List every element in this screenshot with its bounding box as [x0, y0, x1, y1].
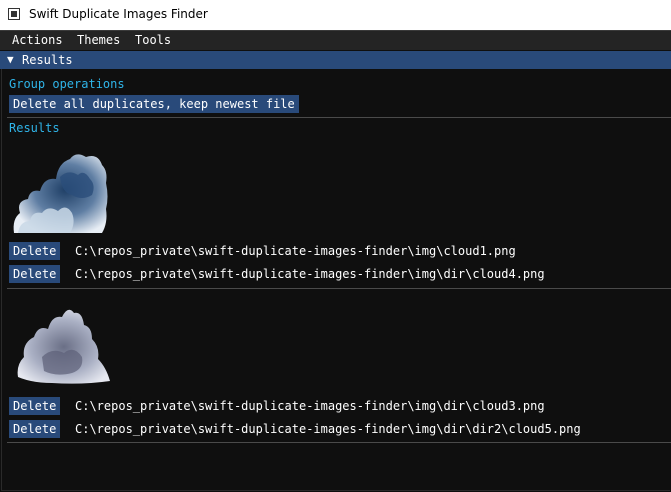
file-path: C:\repos_private\swift-duplicate-images-… [75, 422, 581, 436]
cloud-image-1 [13, 154, 108, 233]
delete-all-duplicates-button[interactable]: Delete all duplicates, keep newest file [9, 95, 299, 113]
delete-button[interactable]: Delete [9, 265, 61, 283]
file-path: C:\repos_private\swift-duplicate-images-… [75, 244, 516, 258]
app-icon [8, 8, 20, 20]
file-path: C:\repos_private\swift-duplicate-images-… [75, 267, 545, 281]
delete-button[interactable]: Delete [9, 420, 61, 438]
menu-actions[interactable]: Actions [12, 33, 63, 47]
delete-button[interactable]: Delete [9, 397, 61, 415]
results-window-header[interactable]: ▼ Results [0, 51, 671, 69]
results-window: Group operations Delete all duplicates, … [1, 69, 671, 491]
delete-button[interactable]: Delete [9, 242, 61, 260]
menu-themes[interactable]: Themes [77, 33, 120, 47]
results-label: Results [9, 121, 60, 135]
results-window-title: Results [22, 53, 73, 67]
menu-tools[interactable]: Tools [135, 33, 171, 47]
file-path: C:\repos_private\swift-duplicate-images-… [75, 399, 545, 413]
separator [7, 117, 671, 118]
separator [7, 442, 671, 443]
window-title: Swift Duplicate Images Finder [29, 7, 208, 21]
group-operations-label: Group operations [9, 77, 125, 91]
separator [7, 288, 671, 289]
menu-bar: Actions Themes Tools [0, 30, 671, 50]
cloud-image-2 [17, 309, 111, 384]
title-bar: Swift Duplicate Images Finder [0, 0, 671, 30]
collapse-arrow-icon[interactable]: ▼ [7, 53, 14, 66]
